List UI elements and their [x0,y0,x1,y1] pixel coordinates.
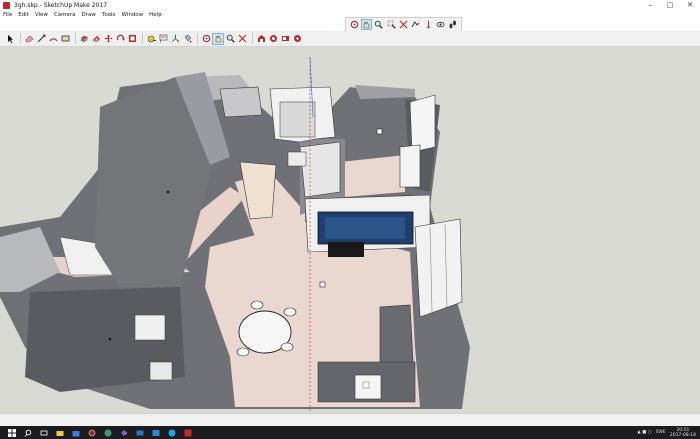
clock[interactable]: 20:51 2017-08-18 [670,428,696,438]
toolbar-separator [20,33,21,44]
status-bar [0,413,700,426]
select-icon[interactable] [5,34,15,44]
window-title: 3gh.skp - SketchUp Make 2017 [14,2,108,9]
push-pull-icon[interactable] [79,34,89,44]
eraser-icon[interactable] [24,34,34,44]
walk-icon[interactable] [448,20,457,29]
ceiling-light [319,281,326,288]
window-controls: – □ ✕ [640,0,700,11]
rotate-icon[interactable] [115,34,125,44]
dining-chair [280,342,294,352]
door-handle [166,190,170,194]
zoom-icon[interactable] [374,20,384,29]
ceiling-light [376,128,383,135]
system-tray: ▲ ■ ○ SWE 20:51 2017-08-18 [637,426,696,439]
cabinet-door [279,101,316,138]
kitchen-sink [287,151,307,167]
mail-icon[interactable] [135,428,144,437]
tape-measure-icon[interactable] [146,34,156,44]
windows-taskbar: ▲ ■ ○ SWE 20:51 2017-08-18 [0,426,700,439]
axes-icon[interactable] [170,34,180,44]
dining-chair [236,347,250,357]
extension-warehouse-icon[interactable] [268,34,278,44]
zoom-extents-icon[interactable] [237,34,247,44]
orbit-icon[interactable] [350,20,359,29]
title-bar: 3gh.skp - SketchUp Make 2017 – □ ✕ [0,0,700,11]
warehouse-icon[interactable] [256,34,266,44]
paint-bucket-icon[interactable] [182,34,192,44]
menu-tools[interactable]: Tools [99,11,119,20]
windows-start-icon[interactable] [7,428,16,437]
move-icon[interactable] [103,34,113,44]
text-icon[interactable] [158,34,168,44]
dining-chair [283,307,297,317]
sketchup-icon[interactable] [183,428,192,437]
line-icon[interactable] [36,34,46,44]
bathroom-sink [134,314,166,341]
menu-edit[interactable]: Edit [15,11,32,20]
camera-toolbar [345,17,462,32]
layout-icon[interactable] [280,34,290,44]
menu-draw[interactable]: Draw [79,11,99,20]
photos-icon[interactable] [151,428,160,437]
scale-icon[interactable] [127,34,137,44]
pan-icon[interactable] [360,19,372,30]
clock-date: 2017-08-18 [669,432,696,438]
chrome-icon[interactable] [103,428,112,437]
look-around-icon[interactable] [436,20,445,29]
model-canvas[interactable] [0,47,700,413]
search-icon[interactable] [23,428,32,437]
toolbar-separator [197,33,198,44]
bathtub [149,361,173,381]
menu-view[interactable]: View [32,11,51,20]
store-icon[interactable] [71,428,80,437]
tray-icons[interactable]: ▲ ■ ○ [637,430,652,435]
zoom-icon[interactable] [225,34,235,44]
floor-bedroom [340,155,405,197]
offset-icon[interactable] [91,34,101,44]
position-camera-icon[interactable] [424,20,433,29]
menu-file[interactable]: File [0,11,15,20]
tv-screen-reflection [325,217,405,239]
bookshelf [414,218,463,318]
model-viewport[interactable] [0,47,700,413]
zoom-extents-icon[interactable] [399,20,408,29]
toolbar-separator [252,33,253,44]
tv-stand [328,242,364,257]
language-indicator[interactable]: SWE [656,430,666,435]
main-toolbar [0,31,700,47]
rectangle-icon[interactable] [60,34,70,44]
zoom-window-icon[interactable] [387,20,396,29]
menu-window[interactable]: Window [118,11,146,20]
refrigerator [219,86,263,118]
kitchen-counter [299,141,341,198]
door-handle [108,337,112,341]
pan-icon[interactable] [212,32,224,45]
sketchup-app-icon [3,2,10,9]
visual-studio-icon[interactable] [119,428,128,437]
window-frame [409,94,436,153]
minimize-button[interactable]: – [640,0,660,11]
dining-chair [250,300,264,310]
menu-camera[interactable]: Camera [51,11,79,20]
skype-icon[interactable] [167,428,176,437]
arc-icon[interactable] [48,34,58,44]
firefox-icon[interactable] [87,428,96,437]
orbit-icon[interactable] [201,34,211,44]
coffee-table-item [362,381,370,389]
close-button[interactable]: ✕ [680,0,700,11]
menu-help[interactable]: Help [146,11,165,20]
task-view-icon[interactable] [39,428,48,437]
toolbar-separator [75,33,76,44]
maximize-button[interactable]: □ [660,0,680,11]
toolbar-separator [142,33,143,44]
previous-view-icon[interactable] [411,20,420,29]
window-frame [399,144,421,188]
file-explorer-icon[interactable] [55,428,64,437]
extension-manager-icon[interactable] [292,34,302,44]
